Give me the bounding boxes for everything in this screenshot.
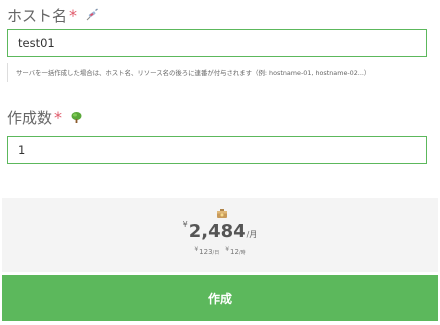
syringe-icon (85, 8, 99, 22)
monthly-amount: 2,484 (188, 221, 246, 242)
hourly-unit: /時 (238, 250, 246, 256)
sub-prices: ¥123/日 ¥12/時 (2, 246, 438, 256)
create-button[interactable]: 作成 (2, 275, 438, 321)
count-label-row: 作成数 * (7, 106, 83, 128)
hostname-label-row: ホスト名 * (7, 4, 99, 26)
count-input[interactable] (7, 136, 427, 164)
hourly-amount: 12 (230, 248, 239, 256)
count-label: 作成数 (7, 108, 53, 127)
hostname-label: ホスト名 (7, 6, 68, 25)
server-create-form: ホスト名 * サーバを一括作成した場合は、ホスト名、リソース名の後ろに連番が付与… (0, 0, 440, 325)
daily-amount: 123 (199, 248, 213, 256)
tree-icon (70, 111, 83, 124)
price-summary: ¥2,484/月 ¥123/日 ¥12/時 (2, 198, 438, 272)
required-mark: * (54, 107, 63, 127)
hostname-hint: サーバを一括作成した場合は、ホスト名、リソース名の後ろに連番が付与されます（例:… (7, 63, 427, 82)
monthly-price: ¥2,484/月 (2, 220, 438, 242)
required-mark: * (69, 5, 78, 25)
daily-unit: /日 (212, 250, 220, 256)
monthly-unit: /月 (246, 230, 258, 239)
hostname-input[interactable] (7, 29, 427, 57)
currency-symbol: ¥ (182, 220, 188, 229)
currency-symbol: ¥ (194, 246, 199, 253)
currency-symbol: ¥ (225, 246, 230, 253)
